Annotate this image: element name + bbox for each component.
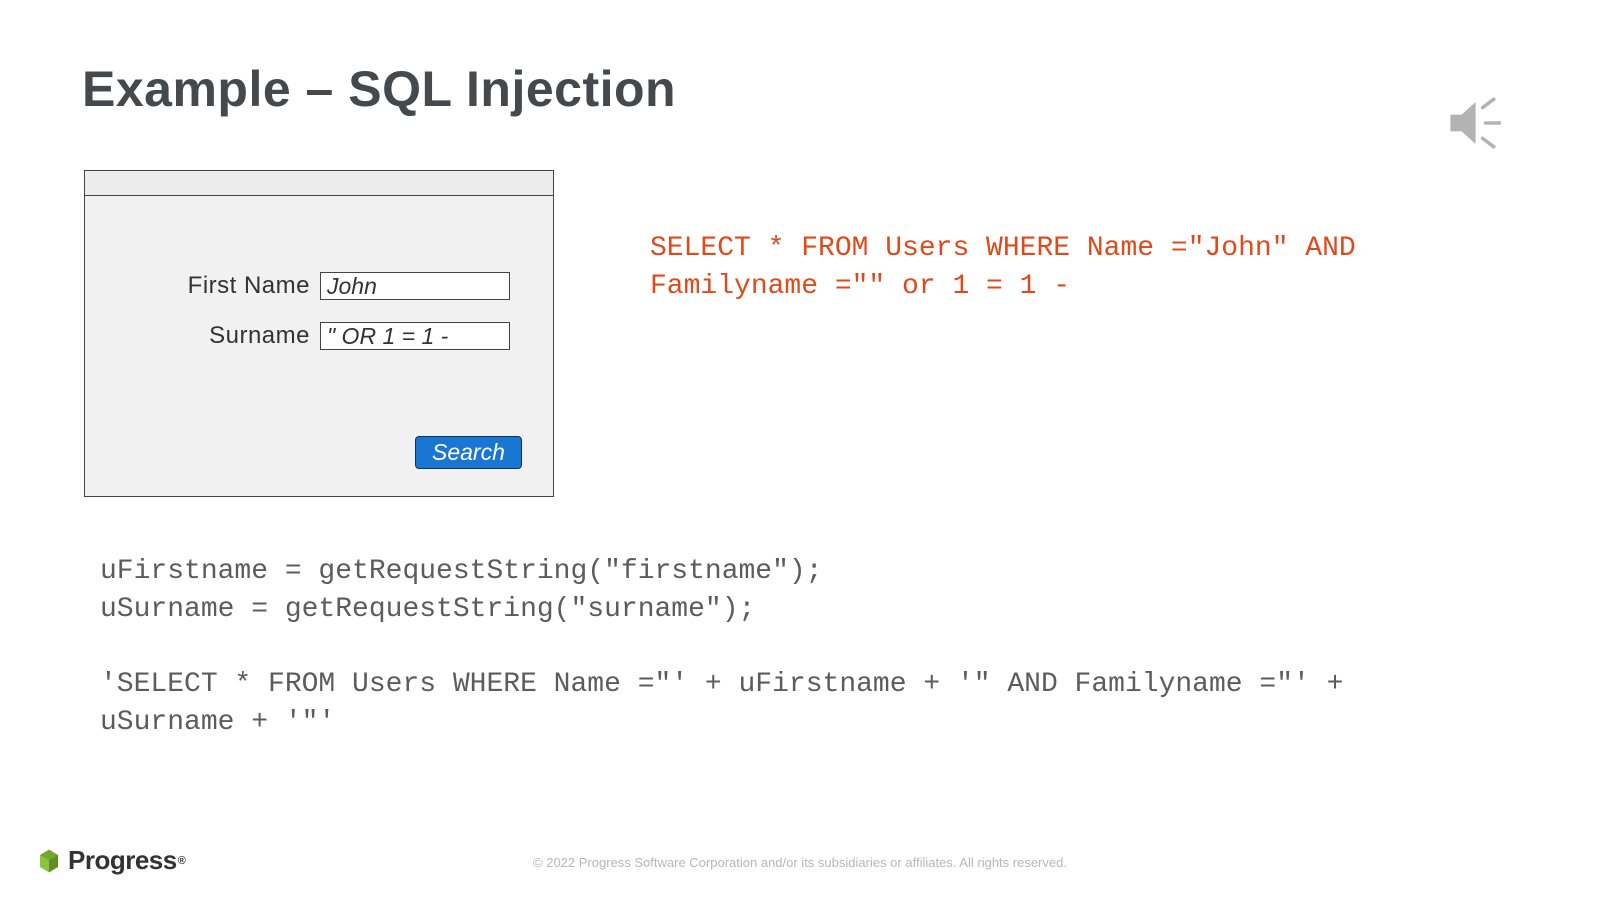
first-name-input[interactable] xyxy=(320,272,510,300)
progress-logo-icon xyxy=(34,846,64,876)
search-form-window: First Name Surname Search xyxy=(84,170,554,497)
window-titlebar xyxy=(85,171,553,196)
progress-logo: Progress® xyxy=(34,845,185,876)
first-name-label: First Name xyxy=(85,272,320,300)
progress-logo-text: Progress xyxy=(68,845,177,876)
slide-title: Example – SQL Injection xyxy=(82,60,676,118)
surname-label: Surname xyxy=(85,322,320,350)
search-button[interactable]: Search xyxy=(415,436,522,469)
sql-result-text: SELECT * FROM Users WHERE Name ="John" A… xyxy=(650,230,1420,306)
registered-mark: ® xyxy=(178,855,186,867)
surname-input[interactable] xyxy=(320,322,510,350)
copyright-text: © 2022 Progress Software Corporation and… xyxy=(533,855,1067,870)
server-code-block: uFirstname = getRequestString("firstname… xyxy=(100,553,1420,742)
audio-icon xyxy=(1442,88,1512,158)
